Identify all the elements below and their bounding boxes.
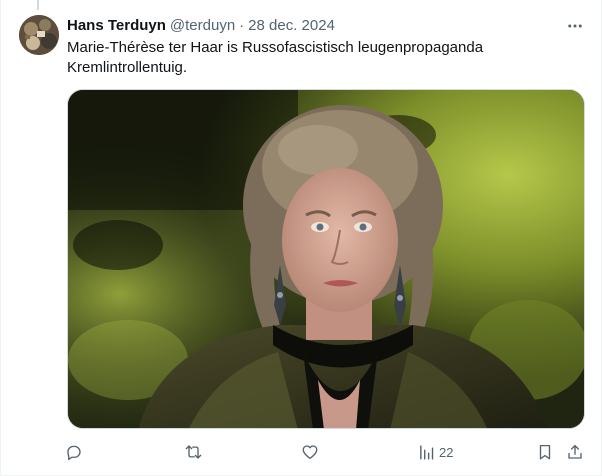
like-button[interactable]: [301, 437, 319, 467]
reply-button[interactable]: [65, 437, 83, 467]
tweet-card[interactable]: Hans Terduyn @terduyn · 28 dec. 2024 Mar…: [0, 0, 602, 476]
views-button[interactable]: 22: [418, 437, 453, 467]
tweet-date[interactable]: 28 dec. 2024: [248, 17, 335, 34]
more-horizontal-icon: [568, 24, 582, 28]
share-button[interactable]: [566, 437, 584, 467]
tweet-actions-bar: 22: [57, 437, 593, 467]
bookmark-icon: [539, 444, 551, 460]
photo-woman-dark-background: [68, 90, 584, 428]
avatar-image: [19, 15, 59, 55]
tweet-media-photo[interactable]: [67, 89, 585, 429]
share-icon: [568, 444, 582, 459]
reply-icon: [67, 445, 81, 461]
thread-connector-line: [37, 0, 39, 10]
retweet-button[interactable]: [184, 437, 203, 467]
like-heart-icon: [302, 445, 318, 460]
tweet-header: Hans Terduyn @terduyn · 28 dec. 2024: [67, 15, 335, 35]
retweet-icon: [185, 445, 202, 459]
header-separator: ·: [239, 16, 245, 34]
views-count: 22: [439, 444, 454, 460]
author-name[interactable]: Hans Terduyn: [67, 17, 166, 34]
views-bar-chart-icon: [420, 444, 434, 460]
tweet-text: Marie-Thérèse ter Haar is Russofascistis…: [67, 39, 484, 76]
bookmark-button[interactable]: [536, 437, 554, 467]
author-handle[interactable]: @terduyn: [170, 17, 235, 34]
more-options-button[interactable]: [563, 14, 587, 38]
avatar[interactable]: [19, 15, 59, 55]
